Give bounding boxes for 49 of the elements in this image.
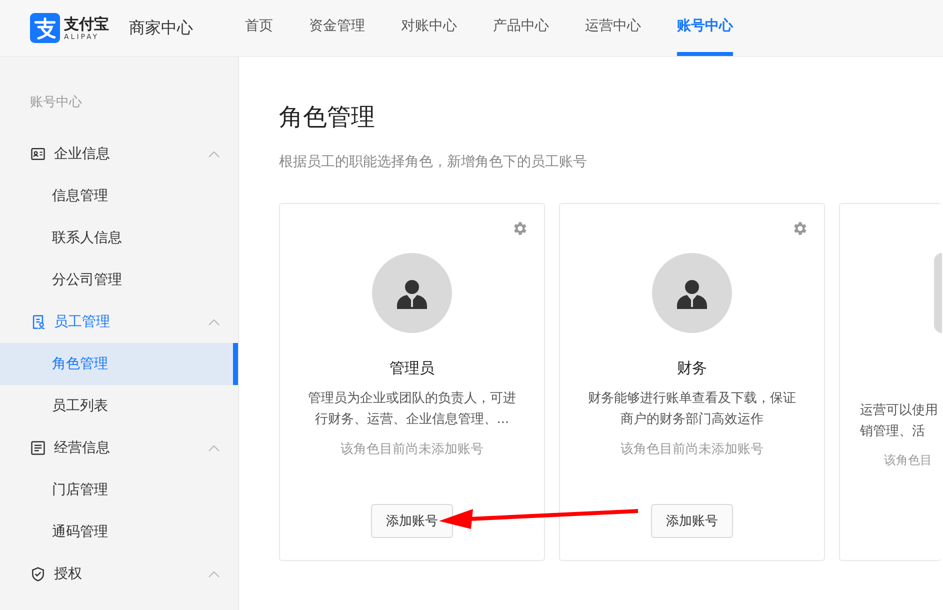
settings-icon[interactable] xyxy=(511,220,528,237)
menu-item[interactable]: 分公司管理 xyxy=(0,259,238,301)
menu-item[interactable]: 信息管理 xyxy=(0,175,238,217)
nav-tab[interactable]: 首页 xyxy=(245,0,273,56)
menu-item[interactable]: 门店管理 xyxy=(0,469,238,511)
chevron-up-icon xyxy=(208,150,220,158)
logo-text: 支付宝 xyxy=(64,14,109,32)
avatar-icon xyxy=(372,253,452,333)
role-status: 该角色目前尚未添加账号 xyxy=(340,441,484,458)
role-status: 该角色目 xyxy=(884,452,932,469)
shield-check-icon xyxy=(30,566,46,582)
product-name: 商家中心 xyxy=(129,18,193,38)
menu-group[interactable]: 经营信息 xyxy=(0,427,238,469)
menu-group[interactable]: 企业信息 xyxy=(0,133,238,175)
role-name: 财务 xyxy=(677,359,707,378)
menu-group[interactable]: 授权 xyxy=(0,553,238,595)
add-account-button[interactable]: 添加账号 xyxy=(651,504,733,538)
page-subtitle: 根据员工的职能选择角色，新增角色下的员工账号 xyxy=(279,153,588,171)
chevron-up-icon xyxy=(208,318,220,326)
role-description: 运营可以使用 销管理、活 xyxy=(860,402,938,441)
document-icon xyxy=(30,440,46,456)
nav-tab[interactable]: 运营中心 xyxy=(585,0,641,56)
sidebar-title: 账号中心 xyxy=(29,94,83,111)
role-status: 该角色目前尚未添加账号 xyxy=(620,441,764,458)
nav-tab[interactable]: 产品中心 xyxy=(493,0,549,56)
chevron-up-icon xyxy=(208,444,220,452)
role-description: 管理员为企业或团队的负责人，可进 行财务、运营、企业信息管理、... xyxy=(308,390,516,429)
menu-group-label: 经营信息 xyxy=(54,439,111,457)
page-title: 角色管理 xyxy=(279,102,376,133)
menu-group-label: 授权 xyxy=(54,565,83,583)
menu-group-label: 企业信息 xyxy=(54,145,111,163)
role-description: 财务能够进行账单查看及下载，保证 商户的财务部门高效运作 xyxy=(588,390,796,429)
chevron-up-icon xyxy=(208,570,220,578)
id-card-icon xyxy=(30,146,46,162)
person-document-icon xyxy=(30,314,46,330)
nav-tab[interactable]: 账号中心 xyxy=(677,0,733,56)
menu-group[interactable]: 员工管理 xyxy=(0,301,238,343)
add-account-button[interactable]: 添加账号 xyxy=(371,504,453,538)
menu-item[interactable]: 联系人信息 xyxy=(0,217,238,259)
settings-icon[interactable] xyxy=(791,220,808,237)
avatar-icon xyxy=(652,253,732,333)
menu-item[interactable]: 员工列表 xyxy=(0,385,238,427)
nav-tab[interactable]: 资金管理 xyxy=(309,0,365,56)
menu-group-label: 员工管理 xyxy=(54,313,111,331)
nav-tab[interactable]: 对账中心 xyxy=(401,0,457,56)
logo-icon xyxy=(30,13,60,43)
menu-item[interactable]: 通码管理 xyxy=(0,511,238,553)
role-name: 管理员 xyxy=(390,359,434,378)
avatar-icon xyxy=(934,253,942,333)
